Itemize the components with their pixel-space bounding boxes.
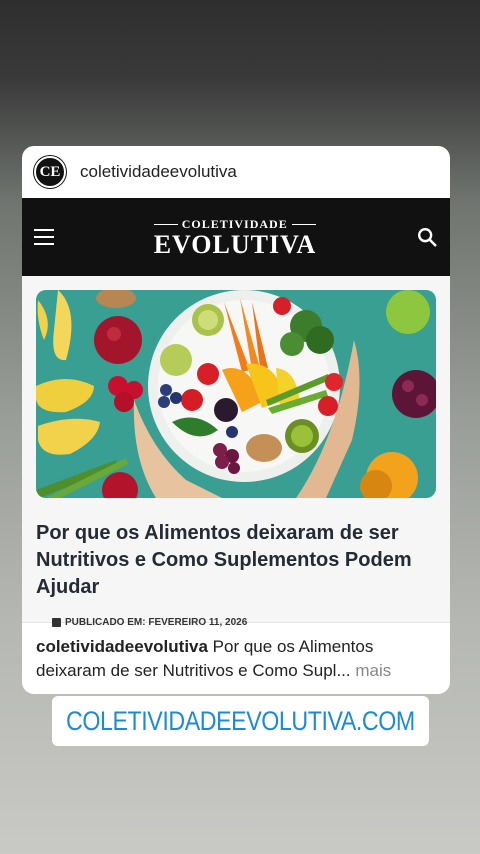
post-header: CE coletividadeevolutiva [22,146,450,198]
more-button[interactable]: mais [351,661,391,680]
site-header: COLETIVIDADE EVOLUTIVA [22,198,450,276]
post-username[interactable]: coletividadeevolutiva [80,162,237,182]
post-caption: coletividadeevolutiva Por que os Aliment… [22,622,450,694]
link-sticker-text: COLETIVIDADEEVOLUTIVA.COM [66,705,415,736]
site-logo[interactable]: COLETIVIDADE EVOLUTIVA [154,217,317,258]
calendar-icon [52,618,61,627]
publish-date: PUBLICADO EM: FEVEREIRO 11, 2026 [65,617,248,628]
post-card: CE coletividadeevolutiva COLETIVIDADE EV… [22,146,450,694]
article-title[interactable]: Por que os Alimentos deixaram de ser Nut… [36,520,436,601]
search-icon[interactable] [416,226,438,248]
hamburger-menu-icon[interactable] [34,229,54,245]
link-sticker[interactable]: COLETIVIDADEEVOLUTIVA.COM [52,696,429,746]
logo-main-text: EVOLUTIVA [153,229,317,259]
article-hero-image[interactable] [36,290,436,498]
article-preview[interactable]: Por que os Alimentos deixaram de ser Nut… [22,276,450,628]
caption-username[interactable]: coletividadeevolutiva [36,637,208,656]
avatar[interactable]: CE [34,156,66,188]
